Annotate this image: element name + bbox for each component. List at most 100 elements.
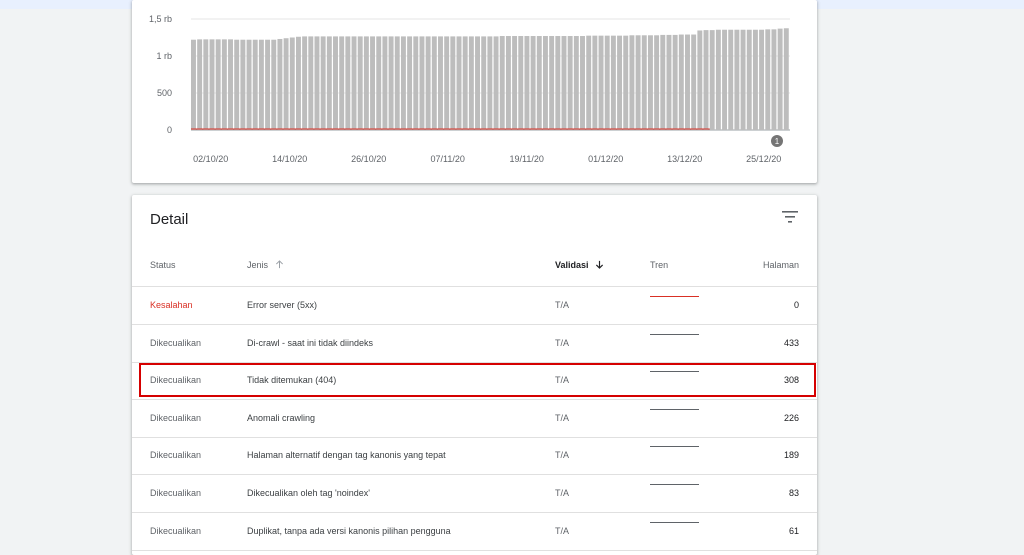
bar[interactable] bbox=[740, 29, 746, 131]
bar[interactable] bbox=[456, 36, 462, 130]
bar[interactable] bbox=[715, 29, 721, 131]
bar[interactable] bbox=[542, 36, 548, 130]
bar[interactable] bbox=[580, 36, 585, 130]
table-row[interactable]: Dikecualikan Tidak ditemukan (404) T/A 308 bbox=[132, 362, 817, 401]
bar[interactable] bbox=[617, 35, 623, 130]
bar[interactable] bbox=[592, 35, 598, 130]
bar[interactable] bbox=[468, 36, 474, 130]
bar[interactable] bbox=[228, 39, 233, 130]
table-row[interactable]: Dikecualikan Dikecualikan oleh tag 'noind… bbox=[132, 475, 817, 513]
bar[interactable] bbox=[746, 29, 752, 131]
bar[interactable] bbox=[246, 39, 252, 130]
bar[interactable] bbox=[759, 29, 765, 131]
bar[interactable] bbox=[252, 39, 258, 130]
bar[interactable] bbox=[573, 36, 579, 130]
bar[interactable] bbox=[234, 39, 240, 130]
bar[interactable] bbox=[709, 30, 715, 131]
table-row[interactable]: Dikecualikan Di-crawl - saat ini tidak di… bbox=[132, 325, 817, 363]
bar[interactable] bbox=[530, 36, 536, 130]
bar[interactable] bbox=[549, 36, 555, 130]
bar[interactable] bbox=[561, 36, 567, 130]
bar[interactable] bbox=[647, 35, 653, 130]
bar[interactable] bbox=[283, 38, 289, 130]
table-row[interactable]: Dikecualikan Halaman alternatif dengan ta… bbox=[132, 437, 817, 476]
table-row[interactable]: Kesalahan Error server (5xx) T/A 0 bbox=[132, 287, 817, 325]
bar[interactable] bbox=[271, 39, 277, 130]
bar[interactable] bbox=[734, 29, 740, 131]
bar[interactable] bbox=[586, 35, 592, 130]
bar[interactable] bbox=[481, 36, 487, 130]
column-header-validasi[interactable]: Validasi bbox=[555, 260, 604, 270]
bar[interactable] bbox=[635, 35, 641, 130]
bar[interactable] bbox=[462, 36, 468, 130]
bar[interactable] bbox=[518, 36, 524, 130]
bar[interactable] bbox=[400, 36, 406, 130]
bar[interactable] bbox=[302, 36, 308, 130]
bar[interactable] bbox=[394, 36, 400, 130]
bar[interactable] bbox=[610, 35, 616, 130]
bar[interactable] bbox=[783, 28, 789, 130]
bar[interactable] bbox=[771, 29, 777, 130]
column-header-halaman[interactable]: Halaman bbox=[763, 260, 799, 270]
bar[interactable] bbox=[314, 36, 320, 130]
bar[interactable] bbox=[277, 38, 283, 131]
bar[interactable] bbox=[666, 34, 672, 130]
bar[interactable] bbox=[524, 36, 530, 130]
bar[interactable] bbox=[203, 39, 209, 130]
bar[interactable] bbox=[419, 36, 425, 130]
bar[interactable] bbox=[493, 36, 499, 130]
bar[interactable] bbox=[209, 39, 215, 130]
bar[interactable] bbox=[604, 35, 610, 130]
bar[interactable] bbox=[629, 35, 635, 130]
bar[interactable] bbox=[685, 34, 690, 130]
bar[interactable] bbox=[752, 29, 758, 131]
bar[interactable] bbox=[221, 39, 227, 130]
bar[interactable] bbox=[431, 36, 437, 130]
bar[interactable] bbox=[765, 29, 771, 130]
bar[interactable] bbox=[351, 36, 357, 130]
bar[interactable] bbox=[425, 36, 431, 130]
bar[interactable] bbox=[567, 36, 573, 130]
bar[interactable] bbox=[191, 39, 196, 130]
bar[interactable] bbox=[320, 36, 326, 130]
bar[interactable] bbox=[487, 36, 493, 130]
bar[interactable] bbox=[357, 36, 363, 130]
column-header-tren[interactable]: Tren bbox=[650, 260, 668, 270]
bar[interactable] bbox=[697, 30, 703, 130]
bar[interactable] bbox=[265, 39, 271, 130]
bar[interactable] bbox=[691, 34, 697, 130]
bar[interactable] bbox=[505, 36, 511, 130]
bar[interactable] bbox=[388, 36, 394, 130]
bar[interactable] bbox=[258, 39, 264, 130]
bar[interactable] bbox=[475, 36, 480, 130]
bar[interactable] bbox=[660, 34, 666, 130]
annotation-marker[interactable]: 1 bbox=[771, 135, 783, 147]
bar[interactable] bbox=[215, 39, 221, 130]
bar[interactable] bbox=[370, 36, 376, 130]
column-header-jenis[interactable]: Jenis bbox=[247, 260, 284, 270]
bar[interactable] bbox=[499, 36, 505, 130]
bar[interactable] bbox=[339, 36, 345, 130]
bar[interactable] bbox=[444, 36, 450, 130]
bar[interactable] bbox=[363, 36, 369, 130]
bar[interactable] bbox=[641, 35, 647, 130]
bar[interactable] bbox=[722, 29, 728, 131]
bar[interactable] bbox=[654, 35, 660, 130]
bar[interactable] bbox=[598, 35, 604, 130]
bar[interactable] bbox=[326, 36, 332, 130]
bar[interactable] bbox=[512, 36, 518, 130]
bar[interactable] bbox=[450, 36, 456, 130]
column-header-status[interactable]: Status bbox=[150, 260, 176, 270]
bar[interactable] bbox=[623, 35, 629, 130]
bar[interactable] bbox=[703, 30, 709, 131]
bar[interactable] bbox=[345, 36, 351, 130]
bar[interactable] bbox=[672, 34, 678, 130]
bar[interactable] bbox=[555, 36, 561, 130]
table-row[interactable]: Dikecualikan Anomali crawling T/A 226 bbox=[132, 400, 817, 438]
bar[interactable] bbox=[536, 36, 542, 130]
bar[interactable] bbox=[333, 36, 338, 130]
filter-icon[interactable] bbox=[782, 210, 798, 224]
bar[interactable] bbox=[382, 36, 388, 130]
bar[interactable] bbox=[240, 39, 246, 130]
table-row[interactable]: Dikecualikan Duplikat, tanpa ada versi ka… bbox=[132, 513, 817, 551]
